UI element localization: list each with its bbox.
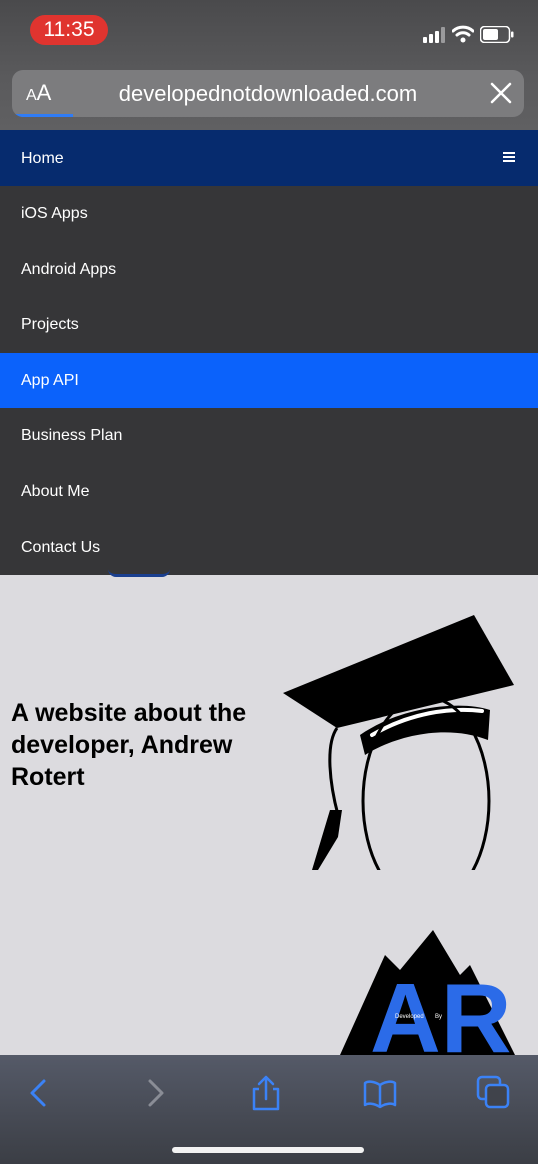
svg-text:Developed: Developed <box>395 1014 424 1020</box>
hidden-logo-edge <box>108 569 170 577</box>
page-headline: A website about the developer, Andrew Ro… <box>11 699 247 791</box>
developer-logo: AR Developed By <box>340 930 515 1055</box>
hamburger-icon[interactable] <box>503 152 515 163</box>
share-icon[interactable] <box>248 1075 284 1111</box>
menu-item-app-api[interactable]: App API <box>0 352 538 409</box>
svg-text:By: By <box>435 1014 442 1020</box>
nav-home[interactable]: Home <box>0 130 538 186</box>
home-indicator <box>172 1147 364 1153</box>
page-load-progress <box>12 114 74 117</box>
bookmarks-icon[interactable] <box>362 1075 398 1111</box>
status-time[interactable]: 11:35 <box>30 15 108 45</box>
back-icon[interactable] <box>22 1075 58 1111</box>
menu-item-projects[interactable]: Projects <box>0 297 538 353</box>
menu-item-ios-apps[interactable]: iOS Apps <box>0 186 538 242</box>
menu-item-contact-us[interactable]: Contact Us <box>0 520 538 576</box>
status-bar: 11:35 <box>0 0 538 62</box>
page-content: A website about the developer, Andrew Ro… <box>0 574 538 1055</box>
svg-text:AR: AR <box>370 963 512 1055</box>
browser-top-chrome: 11:35 AA developednotdownloaded.com <box>0 0 538 130</box>
nav-home-label[interactable]: Home <box>21 150 64 168</box>
battery-icon <box>480 26 514 43</box>
address-bar[interactable]: AA developednotdownloaded.com <box>12 70 524 117</box>
menu-item-android-apps[interactable]: Android Apps <box>0 242 538 298</box>
menu-item-business-plan[interactable]: Business Plan <box>0 408 538 464</box>
forward-icon[interactable] <box>136 1075 172 1111</box>
url-field[interactable]: developednotdownloaded.com <box>12 81 524 107</box>
graduation-cap-illustration <box>283 615 514 870</box>
close-icon[interactable] <box>490 82 512 104</box>
menu-item-about-me[interactable]: About Me <box>0 464 538 520</box>
nav-menu: iOS Apps Android Apps Projects App API B… <box>0 186 538 575</box>
signal-icon <box>423 27 445 43</box>
browser-toolbar <box>0 1055 538 1164</box>
tabs-icon[interactable] <box>476 1075 512 1111</box>
wifi-icon <box>452 25 474 43</box>
